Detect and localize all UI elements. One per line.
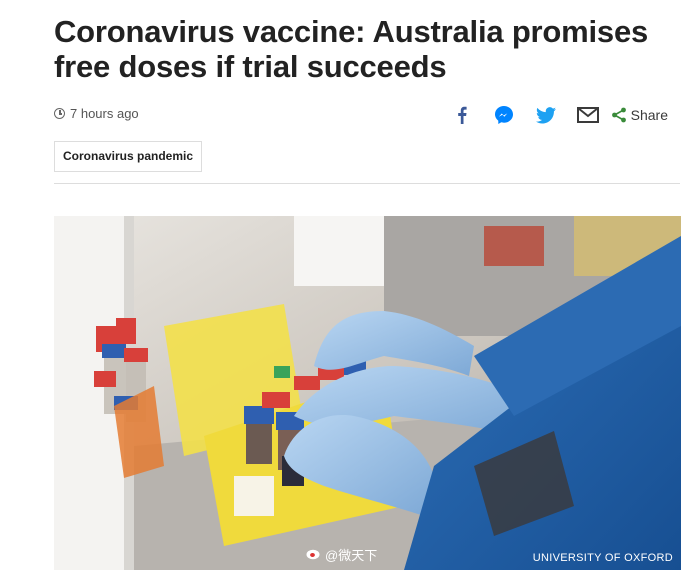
email-icon[interactable] [576, 104, 599, 126]
twitter-icon[interactable] [535, 104, 557, 126]
weibo-icon [306, 546, 322, 563]
clock-icon [54, 108, 65, 119]
watermark-text: @微天下 [325, 548, 378, 563]
photo-credit: UNIVERSITY OF OXFORD [532, 552, 673, 564]
share-button[interactable]: Share [611, 107, 668, 123]
headline-line-2: free doses if trial succeeds [54, 49, 447, 84]
facebook-icon[interactable] [451, 104, 473, 126]
timestamp-text: 7 hours ago [70, 106, 139, 121]
article-meta-row: 7 hours ago Share [54, 104, 674, 128]
headline-line-1: Coronavirus vaccine: Australia promises [54, 14, 649, 49]
share-icon [611, 107, 626, 123]
share-toolbar: Share [451, 104, 668, 126]
article-headline: Coronavirus vaccine: Australia promises … [54, 14, 679, 84]
divider [54, 183, 680, 184]
watermark: @微天下 [306, 545, 377, 564]
messenger-icon[interactable] [493, 104, 515, 126]
share-label: Share [630, 107, 668, 123]
article-photo: @微天下 UNIVERSITY OF OXFORD [54, 216, 681, 570]
topic-tag[interactable]: Coronavirus pandemic [54, 141, 203, 172]
timestamp: 7 hours ago [54, 106, 139, 121]
lab-photo-illustration [54, 216, 681, 570]
